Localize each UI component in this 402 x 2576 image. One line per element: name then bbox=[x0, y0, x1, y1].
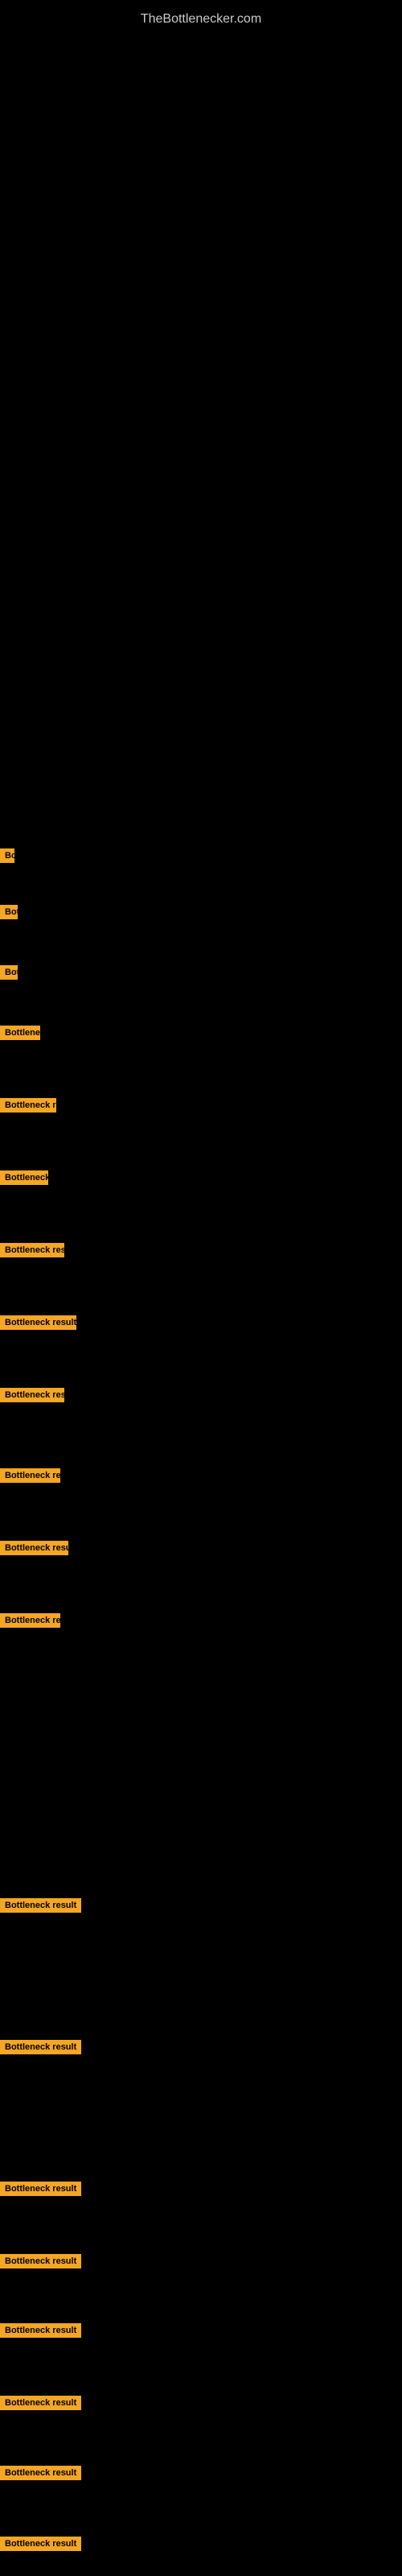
bottleneck-result-badge[interactable]: Bottleneck result bbox=[0, 905, 18, 919]
bottleneck-result-badge[interactable]: Bottleneck result bbox=[0, 2254, 81, 2268]
result-item-5: Bottleneck result bbox=[0, 1095, 402, 1116]
bottleneck-result-badge[interactable]: Bottleneck result bbox=[0, 1468, 60, 1483]
result-item-15: Bottleneck result bbox=[0, 2178, 402, 2199]
result-item-6: Bottleneck result bbox=[0, 1167, 402, 1188]
bottleneck-result-badge[interactable]: Bottleneck result bbox=[0, 2323, 81, 2338]
bottleneck-result-badge[interactable]: Bottleneck result bbox=[0, 2396, 81, 2410]
result-item-18: Bottleneck result bbox=[0, 2392, 402, 2413]
result-item-11: Bottleneck result bbox=[0, 1538, 402, 1558]
bottleneck-result-badge[interactable]: Bottleneck result bbox=[0, 1243, 64, 1257]
bottleneck-result-badge[interactable]: Bottleneck result bbox=[0, 2537, 81, 2551]
result-item-13: Bottleneck result bbox=[0, 1895, 402, 1916]
bottleneck-result-badge[interactable]: Bottleneck result bbox=[0, 848, 14, 863]
bottleneck-result-badge[interactable]: Bottleneck result bbox=[0, 1026, 40, 1040]
bottleneck-result-badge[interactable]: Bottleneck result bbox=[0, 1388, 64, 1402]
result-item-2: Bottleneck result bbox=[0, 902, 402, 923]
result-item-4: Bottleneck result bbox=[0, 1022, 402, 1043]
bottleneck-result-badge[interactable]: Bottleneck result bbox=[0, 965, 18, 980]
bottleneck-result-badge[interactable]: Bottleneck result bbox=[0, 2182, 81, 2196]
result-item-19: Bottleneck result bbox=[0, 2462, 402, 2483]
result-item-9: Bottleneck result bbox=[0, 1385, 402, 1406]
bottleneck-result-badge[interactable]: Bottleneck result bbox=[0, 1613, 60, 1628]
result-item-10: Bottleneck result bbox=[0, 1465, 402, 1486]
result-item-8: Bottleneck result bbox=[0, 1312, 402, 1333]
result-item-1: Bottleneck result bbox=[0, 845, 402, 866]
result-item-3: Bottleneck result bbox=[0, 962, 402, 983]
result-item-7: Bottleneck result bbox=[0, 1240, 402, 1261]
bottleneck-result-badge[interactable]: Bottleneck result bbox=[0, 1170, 48, 1185]
result-item-12: Bottleneck result bbox=[0, 1610, 402, 1631]
bottleneck-result-badge[interactable]: Bottleneck result bbox=[0, 1315, 76, 1330]
bottleneck-result-badge[interactable]: Bottleneck result bbox=[0, 1541, 68, 1555]
result-item-14: Bottleneck result bbox=[0, 2037, 402, 2058]
bottleneck-result-badge[interactable]: Bottleneck result bbox=[0, 1898, 81, 1913]
result-item-17: Bottleneck result bbox=[0, 2320, 402, 2341]
site-title: TheBottlenecker.com bbox=[0, 4, 402, 35]
bottleneck-result-badge[interactable]: Bottleneck result bbox=[0, 1098, 56, 1113]
result-item-20: Bottleneck result bbox=[0, 2533, 402, 2554]
bottleneck-result-badge[interactable]: Bottleneck result bbox=[0, 2466, 81, 2480]
result-item-16: Bottleneck result bbox=[0, 2251, 402, 2272]
bottleneck-result-badge[interactable]: Bottleneck result bbox=[0, 2040, 81, 2054]
